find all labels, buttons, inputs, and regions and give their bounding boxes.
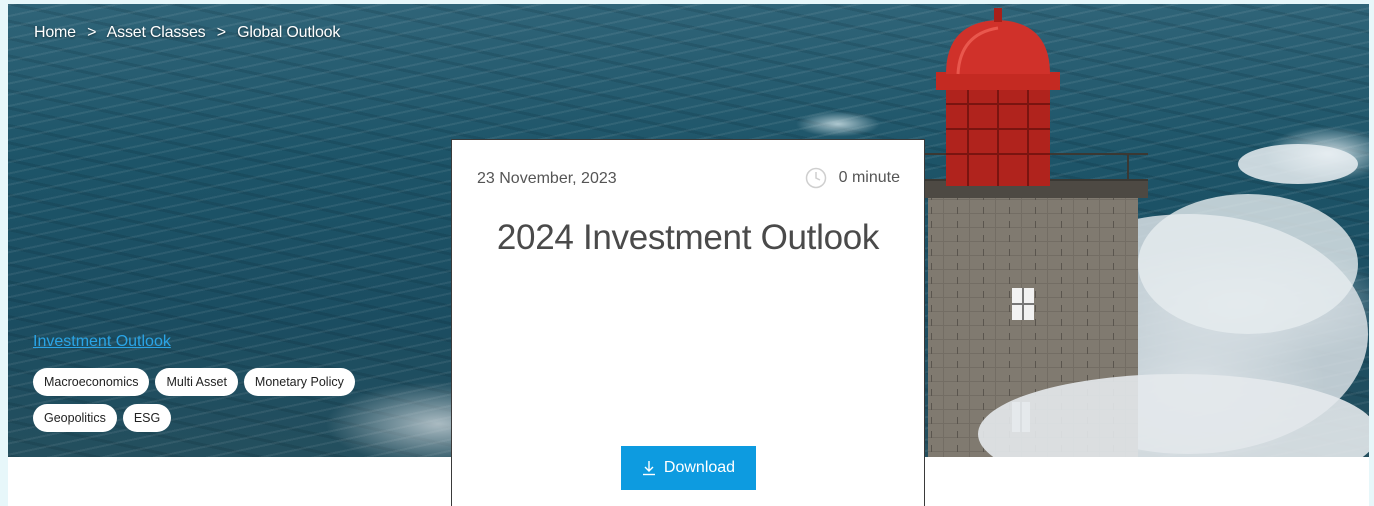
- download-label: Download: [663, 459, 736, 476]
- breadcrumb: Home > Asset Classes > Global Outlook: [34, 24, 340, 42]
- read-time-value: 0 minute: [838, 169, 900, 186]
- tag-monetary-policy[interactable]: Monetary Policy: [243, 368, 355, 396]
- breadcrumb-global-outlook[interactable]: Global Outlook: [237, 24, 340, 41]
- tag-multi-asset[interactable]: Multi Asset: [155, 368, 238, 396]
- publish-date: 23 November, 2023: [477, 170, 617, 187]
- tag-esg[interactable]: ESG: [122, 404, 172, 432]
- breadcrumb-home[interactable]: Home: [34, 24, 76, 41]
- lighthouse-image: [918, 8, 1369, 457]
- breadcrumb-asset-classes[interactable]: Asset Classes: [107, 24, 206, 41]
- tag-geopolitics[interactable]: Geopolitics: [33, 404, 117, 432]
- clock-icon: [805, 167, 827, 189]
- breadcrumb-separator: >: [87, 24, 97, 41]
- article-card: 23 November, 2023 0 minute 2024 Investme…: [451, 139, 925, 506]
- download-button[interactable]: Download: [621, 446, 756, 490]
- read-time: 0 minute: [805, 167, 900, 189]
- article-title: 2024 Investment Outlook: [496, 218, 880, 257]
- category-link[interactable]: Investment Outlook: [33, 333, 171, 351]
- breadcrumb-separator: >: [216, 24, 226, 41]
- tag-list: Macroeconomics Multi Asset Monetary Policy…: [33, 368, 413, 440]
- page-frame: Home > Asset Classes > Global Outlook In…: [8, 4, 1369, 506]
- download-icon: [642, 460, 656, 476]
- tag-macroeconomics[interactable]: Macroeconomics: [33, 368, 150, 396]
